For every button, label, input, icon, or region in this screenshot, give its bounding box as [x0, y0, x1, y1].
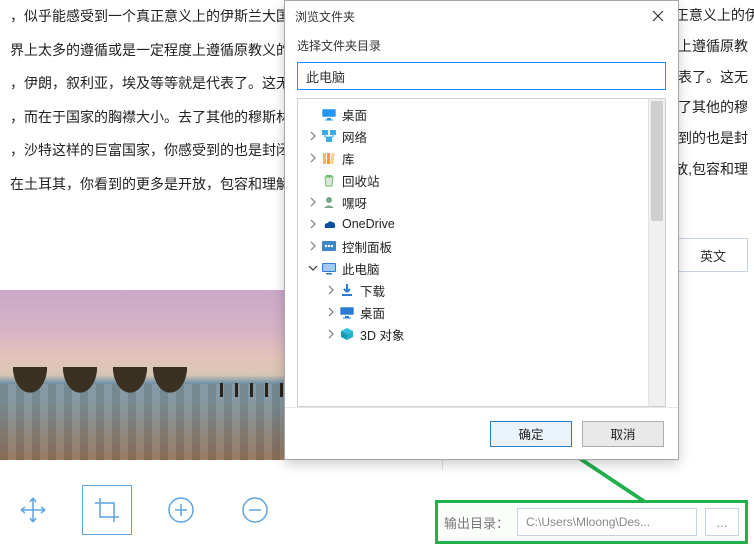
output-path-field[interactable]: C:\Users\Mloong\Des...: [517, 508, 697, 536]
control-icon: [320, 237, 338, 255]
browse-button[interactable]: ...: [705, 508, 739, 536]
ok-button[interactable]: 确定: [490, 421, 572, 447]
ok-label: 确定: [518, 424, 543, 443]
tree-node[interactable]: OneDrive: [298, 213, 665, 235]
folder-name-input[interactable]: 此电脑: [297, 62, 666, 90]
scrollbar[interactable]: [648, 99, 665, 406]
twisty-icon[interactable]: [306, 241, 320, 251]
crop-tool[interactable]: [82, 485, 132, 535]
crop-icon: [93, 496, 121, 524]
tree-node[interactable]: 网络: [298, 125, 665, 147]
zoom-in-tool[interactable]: [156, 485, 206, 535]
desktop-icon: [320, 105, 338, 123]
cancel-label: 取消: [610, 424, 635, 443]
pc-icon: [320, 259, 338, 277]
tree-node-label: 下载: [360, 281, 385, 300]
tree-node-label: 网络: [342, 127, 367, 146]
recycle-icon: [320, 171, 338, 189]
twisty-icon[interactable]: [306, 131, 320, 141]
folder-tree[interactable]: 桌面网络库回收站嘿呀OneDrive控制面板此电脑下载桌面3D 对象: [298, 99, 665, 406]
close-icon: [652, 10, 664, 22]
network-icon: [320, 127, 338, 145]
output-label: 输出目录：: [444, 513, 509, 532]
tree-node-label: 嘿呀: [342, 193, 367, 212]
tree-node-label: 控制面板: [342, 237, 392, 256]
tree-node[interactable]: 控制面板: [298, 235, 665, 257]
dialog-titlebar: 浏览文件夹: [285, 1, 678, 31]
3d-icon: [338, 325, 356, 343]
close-button[interactable]: [644, 5, 672, 27]
dialog-title: 浏览文件夹: [295, 8, 355, 25]
tree-node-label: 桌面: [342, 105, 367, 124]
folder-name-value: 此电脑: [306, 67, 345, 86]
dialog-subtitle: 选择文件夹目录: [285, 31, 678, 62]
tree-node-label: OneDrive: [342, 217, 395, 231]
image-toolbar: [0, 475, 440, 545]
tree-node-label: 此电脑: [342, 259, 380, 278]
output-path-text: C:\Users\Mloong\Des...: [526, 515, 650, 529]
tree-node-label: 回收站: [342, 171, 380, 190]
zoom-out-icon: [240, 495, 270, 525]
tree-node[interactable]: 回收站: [298, 169, 665, 191]
download-icon: [338, 281, 356, 299]
twisty-icon[interactable]: [324, 307, 338, 317]
move-icon: [18, 495, 48, 525]
ellipsis-icon: ...: [717, 515, 728, 530]
tree-node[interactable]: 此电脑: [298, 257, 665, 279]
tree-node[interactable]: 桌面: [298, 103, 665, 125]
move-tool[interactable]: [8, 485, 58, 535]
twisty-icon[interactable]: [306, 197, 320, 207]
tree-node-label: 库: [342, 149, 355, 168]
tree-node[interactable]: 嘿呀: [298, 191, 665, 213]
zoom-out-tool[interactable]: [230, 485, 280, 535]
browse-folder-dialog: 浏览文件夹 选择文件夹目录 此电脑 桌面网络库回收站嘿呀OneDrive控制面板…: [284, 0, 679, 460]
twisty-icon[interactable]: [324, 285, 338, 295]
scrollbar-thumb[interactable]: [651, 101, 663, 221]
output-directory-bar: 输出目录： C:\Users\Mloong\Des... ...: [435, 500, 748, 544]
language-label: 英文: [700, 246, 726, 265]
tree-node[interactable]: 3D 对象: [298, 323, 665, 345]
user-icon: [320, 193, 338, 211]
library-icon: [320, 149, 338, 167]
twisty-icon[interactable]: [306, 153, 320, 163]
cancel-button[interactable]: 取消: [582, 421, 664, 447]
twisty-icon[interactable]: [306, 263, 320, 273]
twisty-icon[interactable]: [324, 329, 338, 339]
tree-node-label: 桌面: [360, 303, 385, 322]
dialog-footer: 确定 取消: [285, 407, 678, 459]
twisty-icon[interactable]: [306, 219, 320, 229]
onedrive-icon: [320, 215, 338, 233]
tree-node[interactable]: 库: [298, 147, 665, 169]
tree-node[interactable]: 桌面: [298, 301, 665, 323]
tree-node-label: 3D 对象: [360, 325, 404, 344]
folder-tree-container: 桌面网络库回收站嘿呀OneDrive控制面板此电脑下载桌面3D 对象: [297, 98, 666, 407]
language-selector[interactable]: 英文: [678, 238, 748, 272]
tree-node[interactable]: 下载: [298, 279, 665, 301]
zoom-in-icon: [166, 495, 196, 525]
desktop2-icon: [338, 303, 356, 321]
